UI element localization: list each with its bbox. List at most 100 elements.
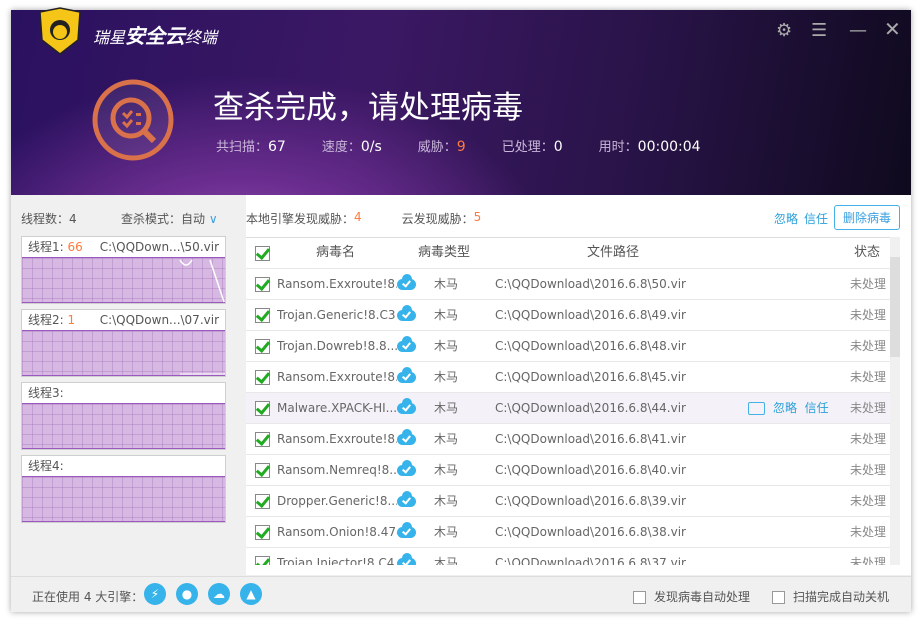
cloud-verified-icon bbox=[397, 522, 416, 538]
engines-label: 正在使用 4 大引擎： bbox=[32, 590, 144, 604]
row-ignore-button[interactable]: 忽略 bbox=[773, 401, 797, 415]
column-type: 病毒类型 bbox=[418, 245, 471, 260]
table-row[interactable]: Ransom.Exxroute!8... 木马 C:\QQDownload\20… bbox=[246, 424, 900, 455]
row-checkbox[interactable] bbox=[255, 277, 270, 292]
cloud-verified-icon bbox=[397, 274, 416, 290]
row-checkbox[interactable] bbox=[255, 525, 270, 540]
stat-scanned: 共扫描：67 bbox=[216, 139, 286, 155]
trust-all-button[interactable]: 信任 bbox=[804, 210, 828, 227]
auto-shutdown-checkbox[interactable]: 扫描完成自动关机 bbox=[772, 588, 889, 605]
virus-type: 木马 bbox=[434, 339, 459, 353]
file-path: C:\QQDownload\2016.6.8\37.vir bbox=[495, 556, 686, 565]
cloud-verified-icon bbox=[397, 491, 416, 507]
app-window: 瑞星安全云终端 ⚙ ☰ — ✕ 查杀完成，请处理病毒 共扫描：67 速度：0/s… bbox=[11, 7, 911, 612]
cloud-verified-icon bbox=[397, 398, 416, 414]
status-text: 未处理 bbox=[850, 401, 887, 415]
stat-elapsed: 用时：00:00:04 bbox=[598, 139, 701, 155]
table-row[interactable]: Malware.XPACK-HI... 木马 C:\QQDownload\201… bbox=[246, 393, 900, 424]
file-path: C:\QQDownload\2016.6.8\45.vir bbox=[495, 370, 686, 384]
column-status: 状态 bbox=[854, 245, 881, 260]
scan-complete-icon bbox=[92, 79, 174, 161]
row-checkbox[interactable] bbox=[255, 308, 270, 323]
thread-graph bbox=[22, 331, 225, 376]
brand-name: 瑞星安全云终端 bbox=[93, 24, 218, 48]
status-text: 未处理 bbox=[850, 308, 887, 322]
thread-box: 线程4: bbox=[21, 455, 226, 523]
location-folder-icon[interactable] bbox=[748, 402, 765, 415]
settings-gear-icon[interactable]: ⚙ bbox=[776, 20, 792, 41]
table-row[interactable]: Dropper.Generic!8.... 木马 C:\QQDownload\2… bbox=[246, 486, 900, 517]
status-text: 未处理 bbox=[850, 556, 887, 565]
virus-name: Dropper.Generic!8.... bbox=[277, 494, 397, 508]
thread-graph bbox=[22, 258, 225, 303]
status-text: 未处理 bbox=[850, 494, 887, 508]
cloud-verified-icon bbox=[397, 305, 416, 321]
virus-name: Trojan.Injector!8.C4 bbox=[277, 556, 395, 565]
cloud-engine-icon[interactable]: ☁ bbox=[208, 583, 230, 605]
threat-summary: 本地引擎发现威胁： 4 云发现威胁： 5 bbox=[246, 210, 482, 226]
select-all-checkbox[interactable] bbox=[255, 246, 270, 261]
table-row[interactable]: Trojan.Dowreb!8.8... 木马 C:\QQDownload\20… bbox=[246, 331, 900, 362]
scrollbar[interactable] bbox=[890, 237, 900, 565]
thread-box: 线程1: 66 C:\QQDown...\50.vir bbox=[21, 236, 226, 304]
thread-box: 线程2: 1 C:\QQDown...\07.vir bbox=[21, 309, 226, 377]
row-trust-button[interactable]: 信任 bbox=[805, 401, 829, 415]
threat-table: 病毒名 病毒类型 文件路径 状态 Ransom.Exxroute!8... 木马… bbox=[246, 237, 900, 565]
virus-name: Ransom.Nemreq!8... bbox=[277, 463, 397, 477]
table-row[interactable]: Trojan.Generic!8.C3 木马 C:\QQDownload\201… bbox=[246, 300, 900, 331]
row-actions: 忽略 信任 bbox=[748, 393, 829, 423]
cloud-verified-icon bbox=[397, 553, 416, 565]
column-path: 文件路径 bbox=[587, 245, 640, 260]
virus-type: 木马 bbox=[434, 370, 459, 384]
status-text: 未处理 bbox=[850, 432, 887, 446]
cloud-verified-icon bbox=[397, 336, 416, 352]
virus-type: 木马 bbox=[434, 401, 459, 415]
header: 瑞星安全云终端 ⚙ ☰ — ✕ 查杀完成，请处理病毒 共扫描：67 速度：0/s… bbox=[11, 7, 911, 195]
stat-handled: 已处理：0 bbox=[501, 139, 563, 155]
lion-logo-icon bbox=[39, 7, 81, 55]
table-row[interactable]: Ransom.Nemreq!8... 木马 C:\QQDownload\2016… bbox=[246, 455, 900, 486]
file-path: C:\QQDownload\2016.6.8\40.vir bbox=[495, 463, 686, 477]
auto-handle-checkbox[interactable]: 发现病毒自动处理 bbox=[633, 588, 750, 605]
virus-name: Trojan.Generic!8.C3 bbox=[277, 308, 396, 322]
virus-type: 木马 bbox=[434, 494, 459, 508]
thread-count: 线程数：4 bbox=[21, 212, 77, 226]
row-checkbox[interactable] bbox=[255, 463, 270, 478]
file-path: C:\QQDownload\2016.6.8\44.vir bbox=[495, 401, 686, 415]
table-row[interactable]: Ransom.Onion!8.478 木马 C:\QQDownload\2016… bbox=[246, 517, 900, 548]
lightning-engine-icon[interactable]: ⚡ bbox=[144, 583, 166, 605]
virus-name: Trojan.Dowreb!8.8... bbox=[277, 339, 397, 353]
footer: 正在使用 4 大引擎： ⚡ ● ☁ ▲ 发现病毒自动处理 扫描完成自动关机 bbox=[11, 576, 911, 612]
column-name: 病毒名 bbox=[316, 245, 356, 260]
row-checkbox[interactable] bbox=[255, 339, 270, 354]
scan-mode-dropdown[interactable]: 查杀模式：自动 ∨ bbox=[121, 210, 218, 227]
virus-type: 木马 bbox=[434, 463, 459, 477]
file-path: C:\QQDownload\2016.6.8\50.vir bbox=[495, 277, 686, 291]
file-path: C:\QQDownload\2016.6.8\39.vir bbox=[495, 494, 686, 508]
file-path: C:\QQDownload\2016.6.8\49.vir bbox=[495, 308, 686, 322]
row-checkbox[interactable] bbox=[255, 556, 270, 565]
virus-type: 木马 bbox=[434, 277, 459, 291]
delete-virus-button[interactable]: 删除病毒 bbox=[833, 205, 900, 230]
table-row[interactable]: Trojan.Injector!8.C4 木马 C:\QQDownload\20… bbox=[246, 548, 900, 565]
row-checkbox[interactable] bbox=[255, 370, 270, 385]
cloud-verified-icon bbox=[397, 367, 416, 383]
file-path: C:\QQDownload\2016.6.8\41.vir bbox=[495, 432, 686, 446]
row-checkbox[interactable] bbox=[255, 432, 270, 447]
file-path: C:\QQDownload\2016.6.8\38.vir bbox=[495, 525, 686, 539]
row-checkbox[interactable] bbox=[255, 494, 270, 509]
ignore-all-button[interactable]: 忽略 bbox=[774, 210, 798, 227]
menu-list-icon[interactable]: ☰ bbox=[811, 20, 827, 41]
user-engine-icon[interactable]: ● bbox=[176, 583, 198, 605]
table-row[interactable]: Ransom.Exxroute!8... 木马 C:\QQDownload\20… bbox=[246, 362, 900, 393]
cloud-verified-icon bbox=[397, 460, 416, 476]
row-checkbox[interactable] bbox=[255, 401, 270, 416]
status-text: 未处理 bbox=[850, 339, 887, 353]
threat-panel: 本地引擎发现威胁： 4 云发现威胁： 5 忽略 信任 删除病毒 病毒名 病毒类型 文… bbox=[246, 195, 911, 575]
status-text: 未处理 bbox=[850, 370, 887, 384]
triangle-engine-icon[interactable]: ▲ bbox=[240, 583, 262, 605]
close-icon[interactable]: ✕ bbox=[884, 17, 901, 41]
minimize-icon[interactable]: — bbox=[849, 20, 867, 41]
cloud-verified-icon bbox=[397, 429, 416, 445]
table-row[interactable]: Ransom.Exxroute!8... 木马 C:\QQDownload\20… bbox=[246, 269, 900, 300]
